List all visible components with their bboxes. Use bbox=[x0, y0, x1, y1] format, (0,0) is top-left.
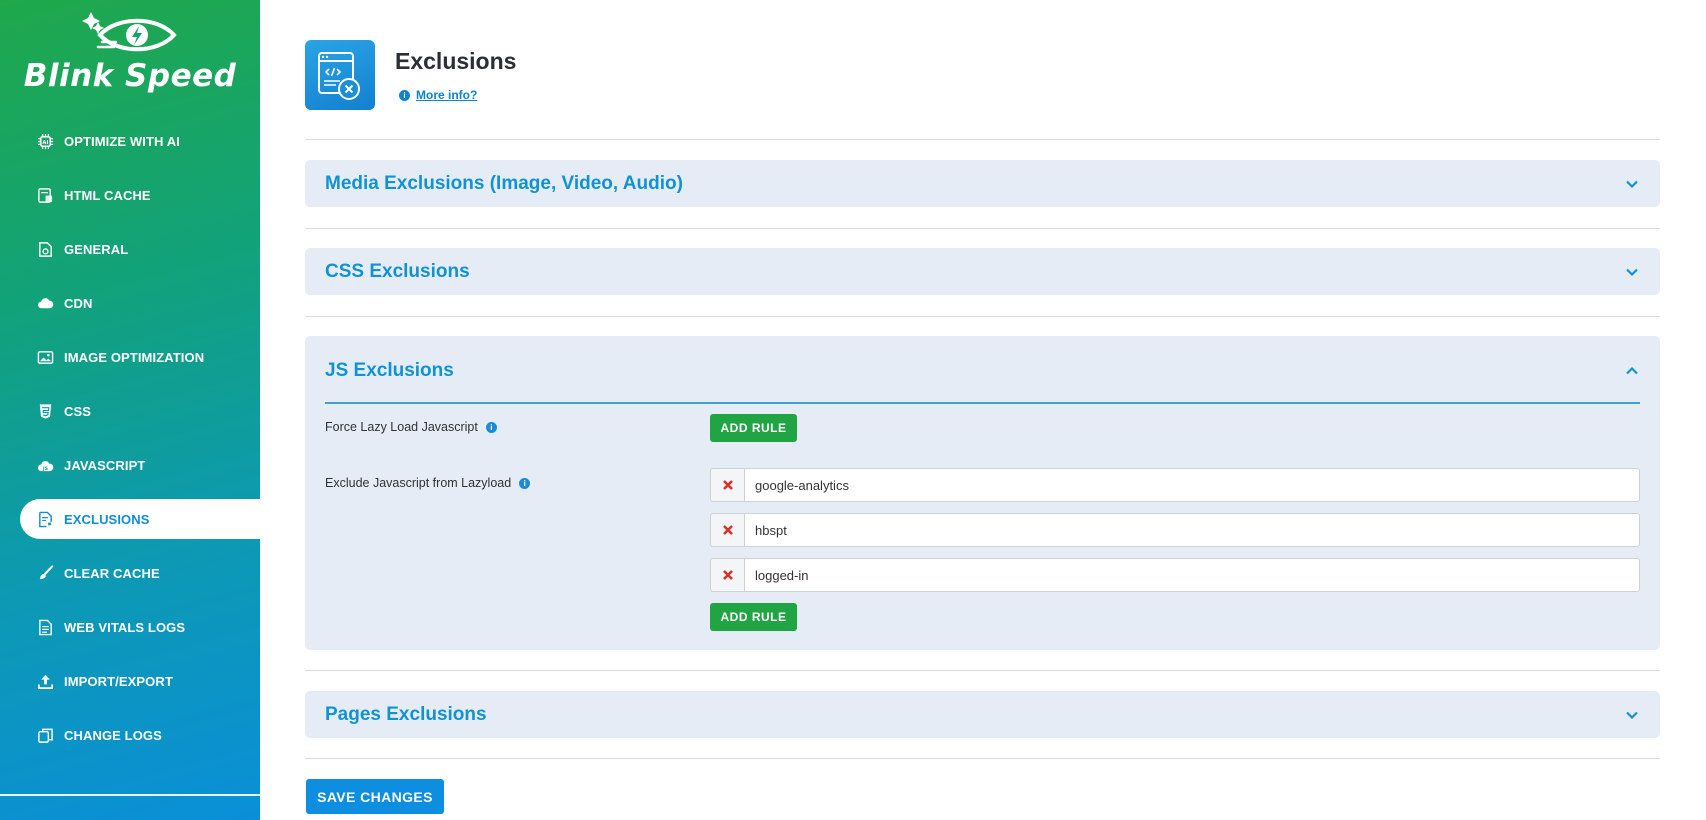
panel-css-header[interactable]: CSS Exclusions bbox=[305, 248, 1660, 295]
panel-media-header[interactable]: Media Exclusions (Image, Video, Audio) bbox=[305, 160, 1660, 207]
settings-doc-icon bbox=[36, 240, 54, 258]
sidebar-item-import-export[interactable]: IMPORT/EXPORT bbox=[20, 661, 260, 701]
force-lazy-load-label: Force Lazy Load Javascript i bbox=[325, 420, 497, 434]
rule-row bbox=[710, 468, 1640, 502]
sidebar-item-clear-cache[interactable]: CLEAR CACHE bbox=[20, 553, 260, 593]
panel-css-exclusions: CSS Exclusions bbox=[305, 248, 1660, 295]
divider bbox=[305, 228, 1660, 229]
more-info-link[interactable]: i More info? bbox=[399, 88, 477, 102]
sidebar-item-label: CSS bbox=[64, 403, 92, 419]
brand-name: Blink Speed bbox=[23, 58, 237, 94]
svg-text:AI: AI bbox=[42, 139, 48, 145]
panel-pages-header[interactable]: Pages Exclusions bbox=[305, 691, 1660, 738]
panel-title: CSS Exclusions bbox=[325, 260, 470, 282]
sidebar-item-image-optimization[interactable]: IMAGE OPTIMIZATION bbox=[20, 337, 260, 377]
sidebar-item-label: CHANGE LOGS bbox=[64, 727, 162, 743]
remove-rule-button[interactable] bbox=[710, 468, 744, 502]
sidebar-item-label: IMAGE OPTIMIZATION bbox=[64, 349, 205, 365]
ai-chip-icon: AI bbox=[36, 132, 54, 150]
panel-title: JS Exclusions bbox=[325, 360, 454, 381]
exclude-js-lazyload-label: Exclude Javascript from Lazyload i bbox=[325, 476, 531, 490]
cloud-icon bbox=[36, 294, 54, 312]
sidebar-item-change-logs[interactable]: CHANGE LOGS bbox=[20, 715, 260, 755]
rule-row bbox=[710, 558, 1640, 592]
sidebar-item-exclusions[interactable]: EXCLUSIONS bbox=[20, 499, 260, 539]
rule-input[interactable] bbox=[744, 468, 1640, 502]
js-cloud-icon: JS bbox=[36, 456, 54, 474]
image-icon bbox=[36, 348, 54, 366]
remove-rule-button[interactable] bbox=[710, 558, 744, 592]
sidebar-item-label: GENERAL bbox=[64, 241, 129, 257]
sidebar-item-html-cache[interactable]: HTML CACHE bbox=[20, 175, 260, 215]
exclusions-doc-icon bbox=[36, 510, 54, 528]
panel-title: Pages Exclusions bbox=[325, 703, 487, 725]
main-content: Exclusions i More info? Media Exclusions… bbox=[305, 0, 1660, 820]
svg-text:JS: JS bbox=[41, 465, 48, 471]
eye-lightning-logo-icon bbox=[82, 12, 177, 52]
save-changes-button[interactable]: SAVE CHANGES bbox=[306, 779, 444, 814]
sidebar-item-label: IMPORT/EXPORT bbox=[64, 673, 173, 689]
more-info-label: More info? bbox=[416, 88, 478, 102]
sidebar-item-cdn[interactable]: CDN bbox=[20, 283, 260, 323]
sidebar-item-web-vitals-logs[interactable]: WEB VITALS LOGS bbox=[20, 607, 260, 647]
sidebar-item-label: JAVASCRIPT bbox=[64, 457, 146, 473]
add-rule-button[interactable]: ADD RULE bbox=[710, 414, 797, 442]
divider bbox=[305, 139, 1660, 140]
info-icon: i bbox=[399, 89, 410, 101]
rule-input[interactable] bbox=[744, 558, 1640, 592]
page-title: Exclusions bbox=[395, 48, 517, 74]
chevron-down-icon bbox=[1626, 268, 1638, 276]
code-window-exclusion-icon bbox=[305, 40, 375, 110]
divider bbox=[305, 758, 1660, 759]
sidebar-nav: AI OPTIMIZE WITH AI HTML CACHE GENERAL C… bbox=[20, 121, 260, 769]
close-icon bbox=[722, 525, 733, 535]
info-icon[interactable]: i bbox=[485, 421, 497, 433]
label-text: Force Lazy Load Javascript bbox=[325, 420, 478, 434]
upload-icon bbox=[36, 672, 54, 690]
close-icon bbox=[722, 570, 733, 580]
remove-rule-button[interactable] bbox=[710, 513, 744, 547]
sidebar-item-label: WEB VITALS LOGS bbox=[64, 619, 186, 635]
rule-input[interactable] bbox=[744, 513, 1640, 547]
close-icon bbox=[722, 480, 733, 490]
panel-pages-exclusions: Pages Exclusions bbox=[305, 691, 1660, 738]
divider bbox=[305, 316, 1660, 317]
html-cache-icon bbox=[36, 186, 54, 204]
sidebar-divider bbox=[0, 794, 260, 796]
chevron-up-icon bbox=[1626, 366, 1638, 375]
copy-icon bbox=[36, 726, 54, 744]
info-icon[interactable]: i bbox=[519, 477, 531, 489]
rule-row bbox=[710, 513, 1640, 547]
brand-logo[interactable]: Blink Speed bbox=[14, 12, 246, 102]
panel-js-header[interactable]: JS Exclusions bbox=[305, 336, 1660, 406]
logs-doc-icon bbox=[36, 618, 54, 636]
sidebar-item-label: EXCLUSIONS bbox=[64, 511, 150, 527]
label-text: Exclude Javascript from Lazyload bbox=[325, 476, 512, 490]
sidebar-item-optimize-with-ai[interactable]: AI OPTIMIZE WITH AI bbox=[20, 121, 260, 161]
sidebar: Blink Speed AI OPTIMIZE WITH AI HTML CAC… bbox=[0, 0, 260, 820]
sidebar-item-javascript[interactable]: JS JAVASCRIPT bbox=[20, 445, 260, 485]
sidebar-item-label: HTML CACHE bbox=[64, 187, 151, 203]
brush-icon bbox=[36, 564, 54, 582]
panel-title: Media Exclusions (Image, Video, Audio) bbox=[325, 172, 683, 194]
sidebar-item-css[interactable]: CSS bbox=[20, 391, 260, 431]
sidebar-item-label: CLEAR CACHE bbox=[64, 565, 160, 581]
add-rule-button[interactable]: ADD RULE bbox=[710, 603, 797, 631]
panel-divider bbox=[325, 402, 1640, 404]
sidebar-item-label: OPTIMIZE WITH AI bbox=[64, 133, 180, 149]
panel-js-exclusions: JS Exclusions Force Lazy Load Javascript… bbox=[305, 336, 1660, 650]
chevron-down-icon bbox=[1626, 180, 1638, 188]
divider bbox=[305, 670, 1660, 671]
sidebar-item-general[interactable]: GENERAL bbox=[20, 229, 260, 269]
panel-media-exclusions: Media Exclusions (Image, Video, Audio) bbox=[305, 160, 1660, 207]
css3-icon bbox=[36, 402, 54, 420]
chevron-down-icon bbox=[1626, 711, 1638, 719]
sidebar-item-label: CDN bbox=[64, 295, 93, 311]
